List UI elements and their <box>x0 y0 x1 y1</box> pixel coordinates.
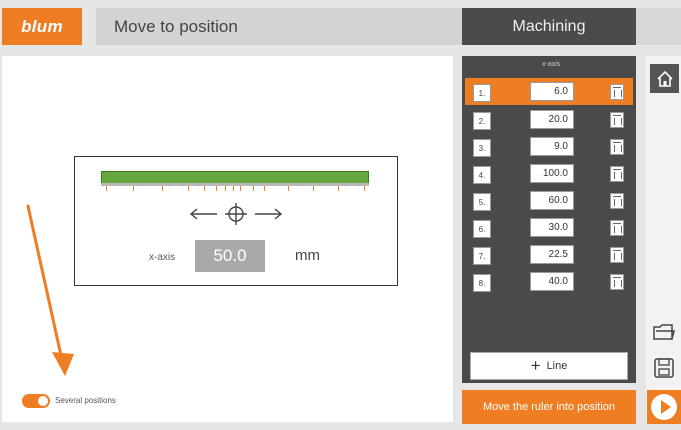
add-line-label: Line <box>546 360 568 372</box>
row-value-field[interactable]: 22.5 <box>530 245 574 264</box>
save-button[interactable] <box>649 354 679 382</box>
move-ruler-button[interactable]: Move the ruler into position <box>462 390 636 424</box>
add-line-button[interactable]: + Line <box>470 352 628 380</box>
crosshair-icon[interactable] <box>187 201 285 227</box>
row-value-field[interactable]: 100.0 <box>530 164 574 183</box>
row-number: 3. <box>473 139 491 157</box>
ruler-scale <box>101 183 369 186</box>
header-corner <box>636 8 681 45</box>
several-positions-toggle[interactable] <box>22 394 50 408</box>
ruler-tick <box>162 186 163 191</box>
position-row[interactable]: 4. 100.0 <box>465 160 633 187</box>
row-number: 7. <box>473 247 491 265</box>
position-row[interactable]: 6. 30.0 <box>465 214 633 241</box>
start-button[interactable] <box>647 390 681 424</box>
position-row[interactable]: 1. 6.0 <box>465 78 633 105</box>
position-row[interactable]: 7. 22.5 <box>465 241 633 268</box>
position-row[interactable]: 8. 40.0 <box>465 268 633 295</box>
ruler-tick <box>106 186 107 191</box>
row-number: 4. <box>473 166 491 184</box>
ruler-tick <box>240 186 241 191</box>
trash-icon[interactable] <box>610 274 624 290</box>
several-positions-label: Several positions <box>55 396 116 405</box>
ruler-tick <box>364 186 365 191</box>
trash-icon[interactable] <box>610 166 624 182</box>
ruler-tick <box>233 186 234 191</box>
position-value-field[interactable]: 50.0 <box>195 240 265 272</box>
trash-icon[interactable] <box>610 112 624 128</box>
row-value-field[interactable]: 60.0 <box>530 191 574 210</box>
page-title: Move to position <box>114 17 238 36</box>
axis-label: x-axis <box>149 252 176 263</box>
home-button[interactable] <box>650 64 679 93</box>
position-list-panel: x-axis 1. 6.0 2. 20.0 3. 9.0 4. 100.0 5. 60.0 6. 30… <box>462 56 636 383</box>
ruler-tick <box>338 186 339 191</box>
machining-tab[interactable]: Machining <box>462 8 636 45</box>
ruler-tick <box>216 186 217 191</box>
ruler-position-box: x-axis 50.0 mm <box>74 156 398 286</box>
column-header: x-axis <box>542 61 561 68</box>
position-row[interactable]: 2. 20.0 <box>465 106 633 133</box>
row-value-field[interactable]: 20.0 <box>530 110 574 129</box>
row-number: 1. <box>473 84 491 102</box>
home-icon <box>656 70 673 87</box>
ruler-tick <box>264 186 265 191</box>
trash-icon[interactable] <box>610 247 624 263</box>
save-icon <box>654 358 674 378</box>
ruler-tick <box>133 186 134 191</box>
row-number: 8. <box>473 274 491 292</box>
ruler-tick <box>288 186 289 191</box>
title-bar: Move to position <box>96 8 462 45</box>
position-row[interactable]: 3. 9.0 <box>465 133 633 160</box>
row-number: 5. <box>473 193 491 211</box>
row-value-field[interactable]: 9.0 <box>530 137 574 156</box>
blum-logo: blum <box>2 8 82 45</box>
ruler-tick <box>253 186 254 191</box>
toggle-knob <box>38 396 48 406</box>
row-value-field[interactable]: 6.0 <box>530 82 574 101</box>
folder-icon <box>653 324 675 340</box>
ruler-tick <box>204 186 205 191</box>
row-value-field[interactable]: 30.0 <box>530 218 574 237</box>
trash-icon[interactable] <box>610 84 624 100</box>
unit-label: mm <box>295 247 320 264</box>
trash-icon[interactable] <box>610 220 624 236</box>
ruler-tick <box>313 186 314 191</box>
ruler-tick <box>225 186 226 191</box>
play-icon <box>651 394 677 420</box>
annotation-arrow <box>26 204 74 376</box>
ruler-tick <box>188 186 189 191</box>
open-folder-button[interactable] <box>649 318 679 346</box>
row-number: 2. <box>473 112 491 130</box>
trash-icon[interactable] <box>610 193 624 209</box>
row-number: 6. <box>473 220 491 238</box>
position-row[interactable]: 5. 60.0 <box>465 187 633 214</box>
plus-icon: + <box>530 356 541 375</box>
row-value-field[interactable]: 40.0 <box>530 272 574 291</box>
trash-icon[interactable] <box>610 139 624 155</box>
